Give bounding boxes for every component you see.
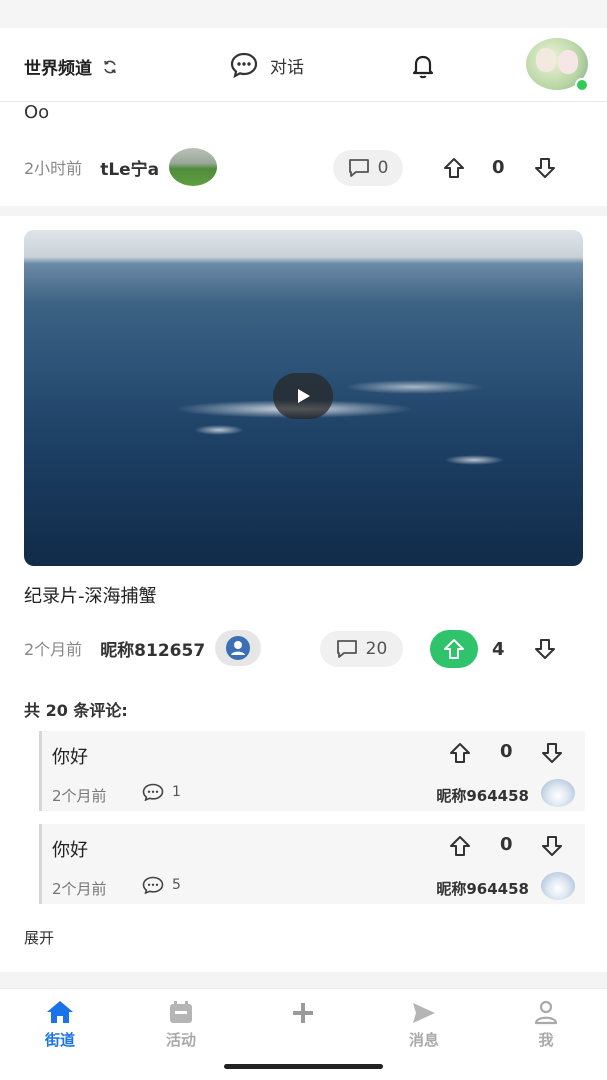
downvote-arrow-icon[interactable]: [533, 156, 557, 180]
send-icon: [413, 1003, 435, 1023]
top-bar: 世界频道 对话: [0, 28, 607, 102]
comment-text: 你好: [52, 840, 88, 861]
comments-total: 共 20 条评论:: [24, 701, 128, 720]
comment-icon: [348, 159, 369, 177]
tab-label: 我: [538, 1031, 554, 1049]
channel-switcher[interactable]: 世界频道: [24, 54, 118, 79]
online-status-dot: [575, 78, 589, 92]
tab-label: 消息: [408, 1031, 439, 1049]
chat-bubble-icon: [230, 52, 258, 78]
reply-button[interactable]: 1: [142, 783, 181, 801]
dialog-button[interactable]: 对话: [230, 52, 304, 78]
tab-label: 街道: [44, 1031, 75, 1049]
upvote-arrow-icon[interactable]: [448, 741, 472, 765]
upvote-button-active[interactable]: [430, 630, 478, 668]
user-icon: [226, 636, 251, 660]
comment-vote-count: 0: [500, 741, 513, 762]
comment-text: 你好: [52, 747, 88, 768]
downvote-arrow-icon[interactable]: [533, 637, 557, 661]
comment-icon: [336, 640, 357, 658]
post-meta: 2个月前 昵称812657: [24, 630, 262, 666]
author-avatar[interactable]: [215, 630, 262, 666]
reply-button[interactable]: 5: [142, 876, 181, 894]
upvote-arrow-icon[interactable]: [442, 156, 466, 180]
comment-vote-count: 0: [500, 834, 513, 855]
channel-label: 世界频道: [24, 59, 92, 79]
post-author[interactable]: tLe宁a: [100, 155, 159, 180]
upvote-arrow-icon[interactable]: [448, 834, 472, 858]
vote-count: 4: [492, 639, 505, 660]
comment-item[interactable]: 你好 0 2个月前 1 昵称964458: [39, 731, 585, 811]
vote-count: 0: [492, 157, 505, 178]
post-title: 纪录片-深海捕蟹: [24, 586, 157, 607]
user-icon: [534, 1000, 558, 1025]
comment-button[interactable]: 0: [333, 150, 403, 186]
comment-author[interactable]: 昵称964458: [436, 785, 529, 806]
dialog-label: 对话: [270, 57, 304, 78]
tab-messages[interactable]: 消息: [384, 997, 464, 1050]
post-meta: 2小时前 tLe宁a: [24, 148, 218, 186]
bell-icon[interactable]: [409, 52, 437, 80]
post-time: 2小时前: [24, 159, 83, 178]
comment-author[interactable]: 昵称964458: [436, 878, 529, 899]
calendar-icon: [170, 1001, 192, 1023]
post-time: 2个月前: [24, 640, 83, 659]
reply-count: 5: [172, 877, 181, 893]
post-author[interactable]: 昵称812657: [100, 636, 205, 661]
upvote-arrow-icon: [444, 639, 464, 659]
status-bar: [0, 0, 607, 28]
post-card[interactable]: Oo 2小时前 tLe宁a 0 0: [0, 102, 607, 206]
tab-me[interactable]: 我: [506, 997, 586, 1050]
comment-time: 2个月前: [52, 880, 107, 898]
tab-label: 活动: [165, 1031, 196, 1049]
comment-button[interactable]: 20: [320, 631, 403, 667]
tab-street[interactable]: 街道: [20, 997, 100, 1050]
comment-item[interactable]: 你好 0 2个月前 5 昵称964458: [39, 824, 585, 904]
expand-comments-link[interactable]: 展开: [24, 927, 54, 948]
video-thumbnail[interactable]: [24, 230, 583, 566]
chat-bubble-icon: [142, 876, 164, 894]
home-indicator: [224, 1064, 383, 1069]
refresh-icon: [104, 60, 116, 73]
downvote-arrow-icon[interactable]: [540, 741, 564, 765]
tab-activity[interactable]: 活动: [141, 997, 221, 1050]
reply-count: 1: [172, 784, 181, 800]
comment-author-avatar[interactable]: [541, 779, 575, 807]
play-icon: [298, 389, 310, 403]
play-button[interactable]: [273, 373, 333, 419]
chat-bubble-icon: [142, 783, 164, 801]
home-icon: [47, 1001, 73, 1023]
downvote-arrow-icon[interactable]: [540, 834, 564, 858]
comment-author-avatar[interactable]: [541, 872, 575, 900]
comment-time: 2个月前: [52, 787, 107, 805]
comment-count: 0: [377, 158, 389, 178]
tab-create[interactable]: [263, 997, 343, 1029]
author-avatar[interactable]: [169, 148, 218, 186]
post-card[interactable]: 纪录片-深海捕蟹 2个月前 昵称812657 20 4 共 20 条评论: 你好…: [0, 216, 607, 972]
plus-icon: [293, 1003, 313, 1023]
post-text: Oo: [24, 102, 50, 123]
comment-count: 20: [365, 639, 388, 659]
